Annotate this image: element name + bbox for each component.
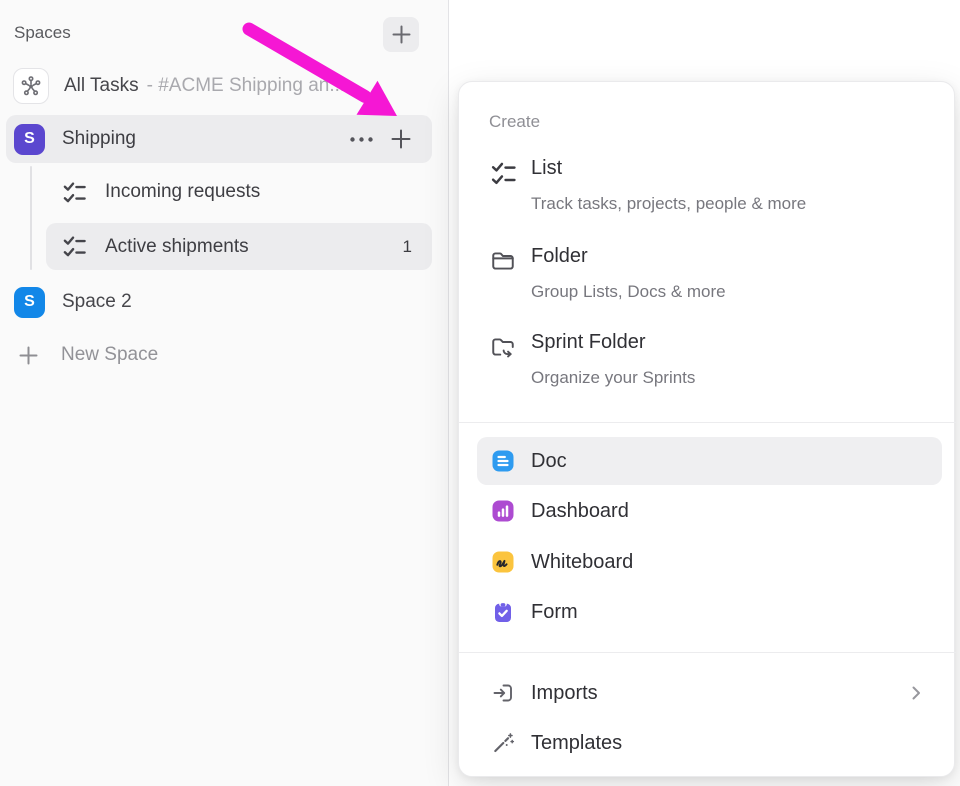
menu-item-title: Templates: [531, 732, 622, 755]
menu-divider: [459, 422, 956, 423]
space2-label: Space 2: [62, 291, 132, 313]
plus-icon: [18, 345, 39, 366]
sidebar-item-list-incoming-requests[interactable]: Incoming requests: [0, 168, 449, 216]
spaces-section-header: Spaces: [14, 23, 71, 43]
sidebar-item-all-tasks[interactable]: All Tasks - #ACME Shipping an...: [0, 62, 449, 110]
space2-avatar: S: [14, 287, 45, 318]
folder-icon: [489, 247, 517, 275]
templates-icon: [491, 731, 515, 755]
menu-divider: [459, 652, 956, 653]
sidebar-item-new-space[interactable]: New Space: [0, 332, 449, 378]
menu-item-title: List: [531, 157, 562, 180]
menu-item-description: Organize your Sprints: [531, 368, 695, 388]
menu-item-whiteboard[interactable]: Whiteboard: [477, 538, 942, 586]
menu-item-title: Form: [531, 601, 578, 624]
list-label: Incoming requests: [105, 181, 260, 203]
form-icon: [491, 600, 515, 624]
task-count-badge: 1: [403, 237, 412, 257]
new-space-label: New Space: [61, 344, 158, 366]
imports-icon: [491, 681, 515, 705]
checklist-icon: [62, 234, 87, 259]
sidebar-item-list-active-shipments[interactable]: Active shipments 1: [46, 223, 432, 270]
sidebar: Spaces All Tasks - #ACME: [0, 0, 449, 786]
menu-item-sprint-folder[interactable]: Sprint Folder Organize your Sprints: [459, 331, 956, 397]
plus-icon: [390, 128, 412, 150]
menu-item-dashboard[interactable]: Dashboard: [477, 487, 942, 535]
menu-item-description: Track tasks, projects, people & more: [531, 194, 806, 214]
whiteboard-icon: [491, 550, 515, 574]
menu-item-title: Whiteboard: [531, 551, 633, 574]
sidebar-item-space-2[interactable]: S Space 2: [0, 278, 449, 326]
menu-item-form[interactable]: Form: [477, 588, 942, 636]
menu-item-imports[interactable]: Imports: [477, 669, 942, 717]
app-window: Spaces All Tasks - #ACME: [0, 0, 960, 786]
shipping-more-button[interactable]: [348, 135, 375, 144]
menu-item-folder[interactable]: Folder Group Lists, Docs & more: [459, 245, 956, 311]
shipping-add-button[interactable]: [390, 128, 412, 150]
menu-item-doc[interactable]: Doc: [477, 437, 942, 485]
shipping-space-avatar: S: [14, 124, 45, 155]
sidebar-item-space-shipping[interactable]: S Shipping: [6, 115, 432, 163]
all-tasks-label: All Tasks: [64, 75, 139, 97]
checklist-icon: [62, 180, 87, 205]
ellipsis-icon: [348, 135, 375, 144]
create-menu: Create List Track tasks, projects, peopl…: [458, 81, 955, 777]
add-space-button[interactable]: [383, 17, 419, 52]
dashboard-icon: [491, 499, 515, 523]
menu-item-list[interactable]: List Track tasks, projects, people & mor…: [459, 157, 956, 223]
everything-icon: [13, 68, 49, 104]
sprint-folder-icon: [489, 333, 517, 361]
menu-item-templates[interactable]: Templates: [477, 719, 942, 767]
menu-item-title: Imports: [531, 682, 598, 705]
create-menu-header: Create: [489, 112, 540, 132]
doc-icon: [491, 449, 515, 473]
menu-item-title: Folder: [531, 245, 588, 268]
plus-icon: [391, 24, 412, 45]
shipping-space-label: Shipping: [62, 128, 136, 150]
menu-item-description: Group Lists, Docs & more: [531, 282, 726, 302]
chevron-right-icon: [904, 681, 928, 705]
list-label: Active shipments: [105, 236, 249, 258]
menu-item-title: Doc: [531, 450, 567, 473]
checklist-icon: [489, 159, 517, 187]
menu-item-title: Sprint Folder: [531, 331, 646, 354]
all-tasks-suffix: - #ACME Shipping an...: [147, 75, 346, 97]
menu-item-title: Dashboard: [531, 500, 629, 523]
